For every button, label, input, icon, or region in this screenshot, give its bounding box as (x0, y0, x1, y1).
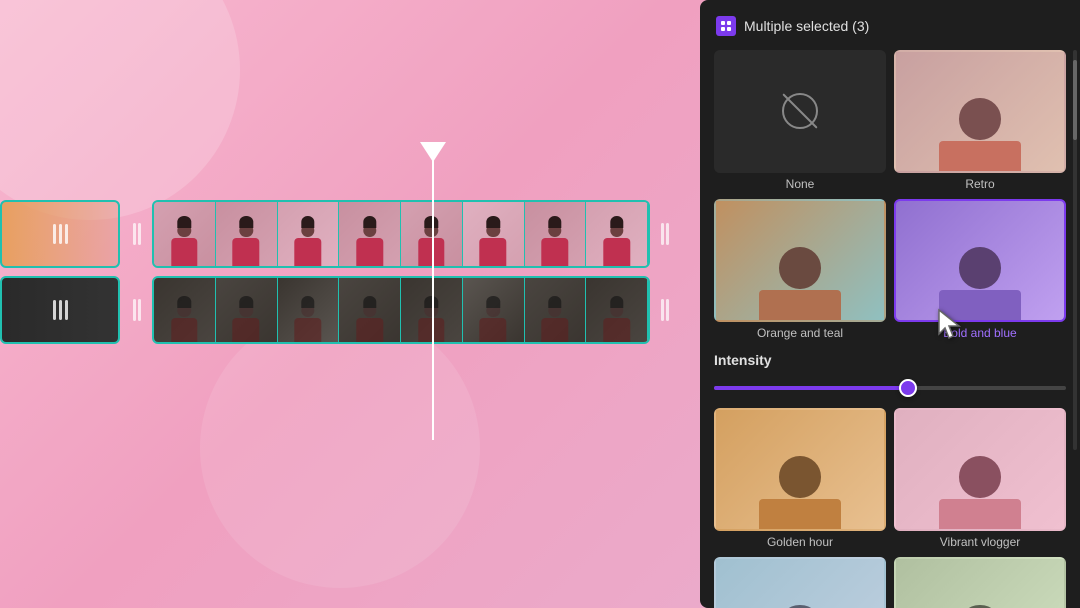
frame-2-7 (525, 278, 587, 342)
filter-label-orange-teal: Orange and teal (757, 326, 843, 340)
track-1-left-handle[interactable] (122, 200, 152, 268)
track-2-frames (154, 278, 648, 342)
track-1-frames (154, 202, 648, 266)
filter-label-golden-hour: Golden hour (767, 535, 833, 549)
intensity-slider-thumb[interactable] (899, 379, 917, 397)
filter-retro[interactable]: Retro (894, 50, 1066, 191)
track-1 (0, 200, 680, 268)
tracks-container (0, 200, 680, 352)
intensity-label: Intensity (714, 352, 1066, 368)
filter-thumb-golden-hour (714, 408, 886, 531)
track-2-right-handle[interactable] (650, 276, 680, 344)
panel-scroll-area[interactable]: None Retro (700, 50, 1080, 608)
intensity-slider-container[interactable] (714, 378, 1066, 398)
playhead-head (420, 142, 446, 162)
track-2-left-handle[interactable] (122, 276, 152, 344)
filter-thumb-bold-blue (894, 199, 1066, 322)
filter-bold-blue[interactable]: Bold and blue (894, 199, 1066, 340)
frame-1-1 (154, 202, 216, 266)
panel-header-icon (716, 16, 736, 36)
panel-title: Multiple selected (3) (744, 18, 869, 34)
filter-more1[interactable]: Cinematic (714, 557, 886, 608)
filter-label-none: None (786, 177, 815, 191)
frame-1-7 (525, 202, 587, 266)
frame-1-2 (216, 202, 278, 266)
cursor-pointer (937, 308, 965, 345)
track-1-handle-icon (53, 224, 68, 244)
frame-1-6 (463, 202, 525, 266)
frame-2-4 (339, 278, 401, 342)
intensity-section: Intensity (714, 340, 1066, 408)
panel-scrollbar[interactable] (1073, 50, 1077, 450)
filter-thumb-retro (894, 50, 1066, 173)
track-2-handle-icon (53, 300, 68, 320)
track-2 (0, 276, 680, 344)
none-icon (782, 93, 818, 129)
frame-2-3 (278, 278, 340, 342)
filter-thumb-more1 (714, 557, 886, 608)
frame-2-1 (154, 278, 216, 342)
filter-grid-2: Golden hour Vibrant vlogger (714, 408, 1066, 608)
filter-grid: None Retro (714, 50, 1066, 340)
timeline-area (0, 0, 680, 608)
frame-2-8 (586, 278, 648, 342)
filter-more2[interactable]: Fresh (894, 557, 1066, 608)
filter-panel: Multiple selected (3) None (700, 0, 1080, 608)
panel-header: Multiple selected (3) (700, 0, 1080, 50)
intensity-slider-fill (714, 386, 908, 390)
frame-1-3 (278, 202, 340, 266)
track-1-right-handle[interactable] (650, 200, 680, 268)
frame-2-6 (463, 278, 525, 342)
frame-2-2 (216, 278, 278, 342)
frame-1-4 (339, 202, 401, 266)
filter-thumb-none (714, 50, 886, 173)
filter-thumb-orange-teal (714, 199, 886, 322)
filter-vibrant-vlogger[interactable]: Vibrant vlogger (894, 408, 1066, 549)
track-2-handle[interactable] (0, 276, 120, 344)
filter-thumb-more2 (894, 557, 1066, 608)
filter-label-retro: Retro (965, 177, 994, 191)
intensity-slider-track (714, 386, 1066, 390)
filter-label-vibrant-vlogger: Vibrant vlogger (940, 535, 1021, 549)
track-1-main[interactable] (152, 200, 650, 268)
playhead[interactable] (432, 160, 434, 440)
filter-orange-teal[interactable]: Orange and teal (714, 199, 886, 340)
panel-scrollbar-thumb (1073, 60, 1077, 140)
filter-golden-hour[interactable]: Golden hour (714, 408, 886, 549)
filter-thumb-vibrant-vlogger (894, 408, 1066, 531)
track-1-handle[interactable] (0, 200, 120, 268)
filter-none[interactable]: None (714, 50, 886, 191)
track-2-main[interactable] (152, 276, 650, 344)
frame-1-8 (586, 202, 648, 266)
